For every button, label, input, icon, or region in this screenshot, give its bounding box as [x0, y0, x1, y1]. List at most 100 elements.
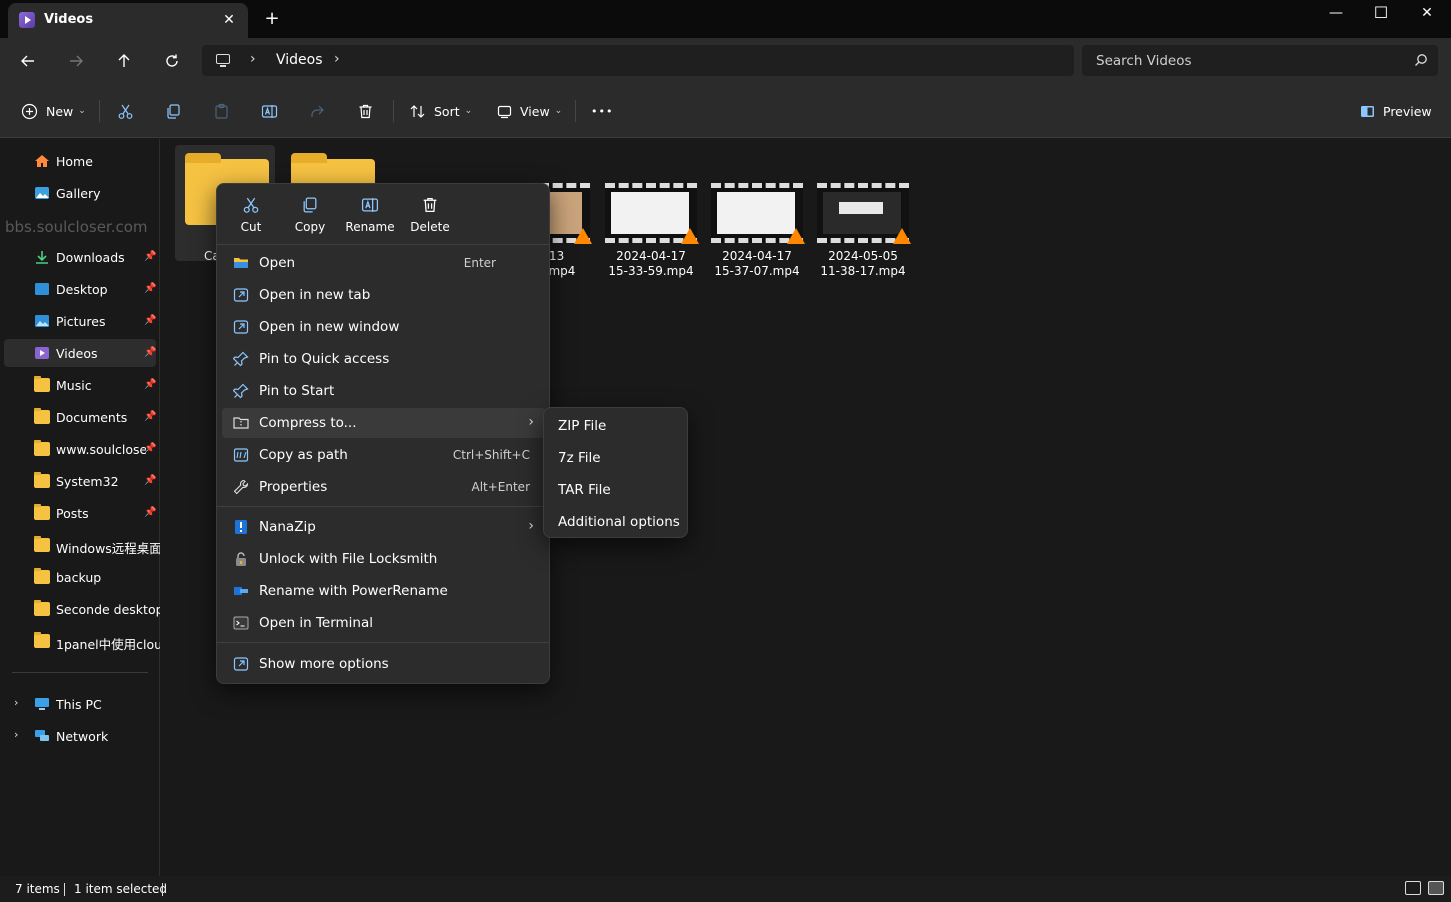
- forward-button[interactable]: [63, 48, 89, 74]
- menu-item-compress[interactable]: Compress to... ›: [222, 408, 546, 438]
- sidebar-item-home[interactable]: Home: [4, 147, 156, 175]
- menu-item-label: Rename with PowerRename: [259, 583, 448, 599]
- refresh-button[interactable]: [159, 48, 185, 74]
- video-thumbnail: [711, 183, 805, 244]
- sidebar-item-label: Home: [56, 154, 93, 169]
- wrench-icon: [233, 479, 249, 495]
- menu-item-label: Copy as path: [259, 447, 348, 463]
- menu-item-properties[interactable]: Properties Alt+Enter: [222, 472, 546, 502]
- menu-item-open-new-tab[interactable]: Open in new tab: [222, 280, 546, 310]
- tiles-view-icon[interactable]: [1428, 881, 1444, 895]
- pin-icon[interactable]: 📌: [144, 411, 156, 422]
- chevron-right-icon[interactable]: ›: [14, 696, 18, 709]
- video-tile[interactable]: 2024-04-17 15-37-07.mp4: [707, 145, 807, 278]
- menu-item-pin-quick-access[interactable]: Pin to Quick access: [222, 344, 546, 374]
- pin-icon[interactable]: 📌: [144, 443, 156, 454]
- menu-item-pin-start[interactable]: Pin to Start: [222, 376, 546, 406]
- sidebar-item-gallery[interactable]: Gallery: [4, 179, 156, 207]
- sidebar-item-1panel[interactable]: 1panel中使用cloud: [4, 627, 160, 655]
- rename-action[interactable]: Rename: [340, 194, 400, 240]
- more-options-button[interactable]: •••: [591, 98, 613, 124]
- sidebar-item-seconde-desktop[interactable]: Seconde desktop: [4, 595, 160, 623]
- cut-button[interactable]: [117, 98, 134, 124]
- breadcrumb-chevron-icon[interactable]: ›: [250, 51, 256, 67]
- submenu-item-additional-options[interactable]: Additional options: [549, 506, 683, 536]
- sidebar-item-backup[interactable]: backup: [4, 563, 156, 591]
- new-tab-button[interactable]: +: [262, 9, 282, 29]
- breadcrumb-videos[interactable]: Videos: [276, 52, 323, 68]
- menu-item-open[interactable]: Open Enter: [222, 248, 546, 278]
- menu-shortcut: Enter: [463, 256, 496, 270]
- video-tile[interactable]: 2024-05-05 11-38-17.mp4: [813, 145, 913, 278]
- minimize-button[interactable]: —: [1313, 0, 1359, 28]
- pin-icon[interactable]: 📌: [144, 315, 156, 326]
- sidebar-item-documents[interactable]: Documents 📌: [4, 403, 156, 431]
- submenu-item-zip[interactable]: ZIP File: [549, 410, 683, 440]
- menu-item-label: NanaZip: [259, 519, 316, 535]
- new-tab-icon: [233, 288, 249, 302]
- menu-item-label: Open in new tab: [259, 287, 371, 303]
- search-box[interactable]: Search Videos: [1082, 45, 1438, 76]
- maximize-button[interactable]: ☐: [1358, 0, 1404, 28]
- sidebar-item-network[interactable]: › Network: [4, 722, 156, 750]
- submenu-item-label: Additional options: [558, 514, 680, 530]
- pin-icon[interactable]: 📌: [144, 283, 156, 294]
- video-tile[interactable]: 2024-04-17 15-33-59.mp4: [601, 145, 701, 278]
- pin-icon[interactable]: 📌: [144, 251, 156, 262]
- share-button[interactable]: [309, 98, 326, 124]
- rename-icon: [261, 104, 278, 118]
- sidebar-item-windows-remote[interactable]: Windows远程桌面: [4, 531, 160, 559]
- menu-item-nanazip[interactable]: NanaZip ›: [222, 512, 546, 542]
- sidebar-item-pictures[interactable]: Pictures 📌: [4, 307, 156, 335]
- menu-item-open-terminal[interactable]: Open in Terminal: [222, 608, 546, 638]
- gallery-icon: [35, 187, 49, 199]
- paste-button[interactable]: [213, 98, 230, 124]
- submenu-item-tar[interactable]: TAR File: [549, 474, 683, 504]
- menu-item-power-rename[interactable]: Rename with PowerRename: [222, 576, 546, 606]
- menu-item-open-new-window[interactable]: Open in new window: [222, 312, 546, 342]
- rename-button[interactable]: [261, 98, 278, 124]
- details-view-icon[interactable]: [1405, 881, 1421, 895]
- copy-button[interactable]: [165, 98, 182, 124]
- address-bar[interactable]: › Videos ›: [202, 45, 1074, 76]
- sidebar-item-downloads[interactable]: Downloads 📌: [4, 243, 156, 271]
- up-button[interactable]: [111, 48, 137, 74]
- search-icon[interactable]: [1414, 53, 1428, 67]
- delete-action[interactable]: Delete: [400, 194, 460, 240]
- menu-item-show-more-options[interactable]: Show more options: [222, 649, 546, 679]
- submenu-item-7z[interactable]: 7z File: [549, 442, 683, 472]
- cut-action[interactable]: Cut: [221, 194, 281, 240]
- sidebar-item-posts[interactable]: Posts 📌: [4, 499, 156, 527]
- command-bar: New ⌄ Sort ⌄ View ⌄ ••• Preview: [0, 84, 1451, 138]
- sidebar-item-desktop[interactable]: Desktop 📌: [4, 275, 156, 303]
- pin-icon[interactable]: 📌: [144, 507, 156, 518]
- menu-item-file-locksmith[interactable]: Unlock with File Locksmith: [222, 544, 546, 574]
- menu-item-label: Open in Terminal: [259, 615, 373, 631]
- menu-item-copy-as-path[interactable]: Copy as path Ctrl+Shift+C: [222, 440, 546, 470]
- download-icon: [36, 251, 48, 264]
- tab-close-icon[interactable]: ✕: [218, 9, 240, 31]
- breadcrumb-chevron-icon[interactable]: ›: [334, 51, 340, 67]
- this-pc-icon: [216, 54, 230, 67]
- sidebar-item-this-pc[interactable]: › This PC: [4, 690, 156, 718]
- sidebar-item-music[interactable]: Music 📌: [4, 371, 156, 399]
- sidebar-item-soulcloser[interactable]: www.soulcloser. 📌: [4, 435, 156, 463]
- chevron-right-icon[interactable]: ›: [14, 728, 18, 741]
- pin-icon[interactable]: 📌: [144, 379, 156, 390]
- sidebar-item-system32[interactable]: System32 📌: [4, 467, 156, 495]
- new-button[interactable]: New ⌄: [21, 98, 86, 124]
- tab-videos[interactable]: Videos ✕: [8, 3, 248, 38]
- close-button[interactable]: ✕: [1404, 0, 1450, 28]
- delete-button[interactable]: [357, 98, 374, 124]
- sort-button[interactable]: Sort ⌄: [409, 98, 472, 124]
- rename-icon: [361, 198, 379, 212]
- back-button[interactable]: [15, 48, 41, 74]
- chevron-right-icon: ›: [528, 414, 534, 430]
- view-button[interactable]: View ⌄: [497, 98, 562, 124]
- preview-pane-button[interactable]: Preview: [1360, 98, 1432, 124]
- pin-icon[interactable]: 📌: [144, 475, 156, 486]
- folder-icon: [34, 536, 50, 552]
- copy-action[interactable]: Copy: [280, 194, 340, 240]
- pin-icon[interactable]: 📌: [144, 347, 156, 358]
- sidebar-item-videos[interactable]: Videos 📌: [4, 339, 156, 367]
